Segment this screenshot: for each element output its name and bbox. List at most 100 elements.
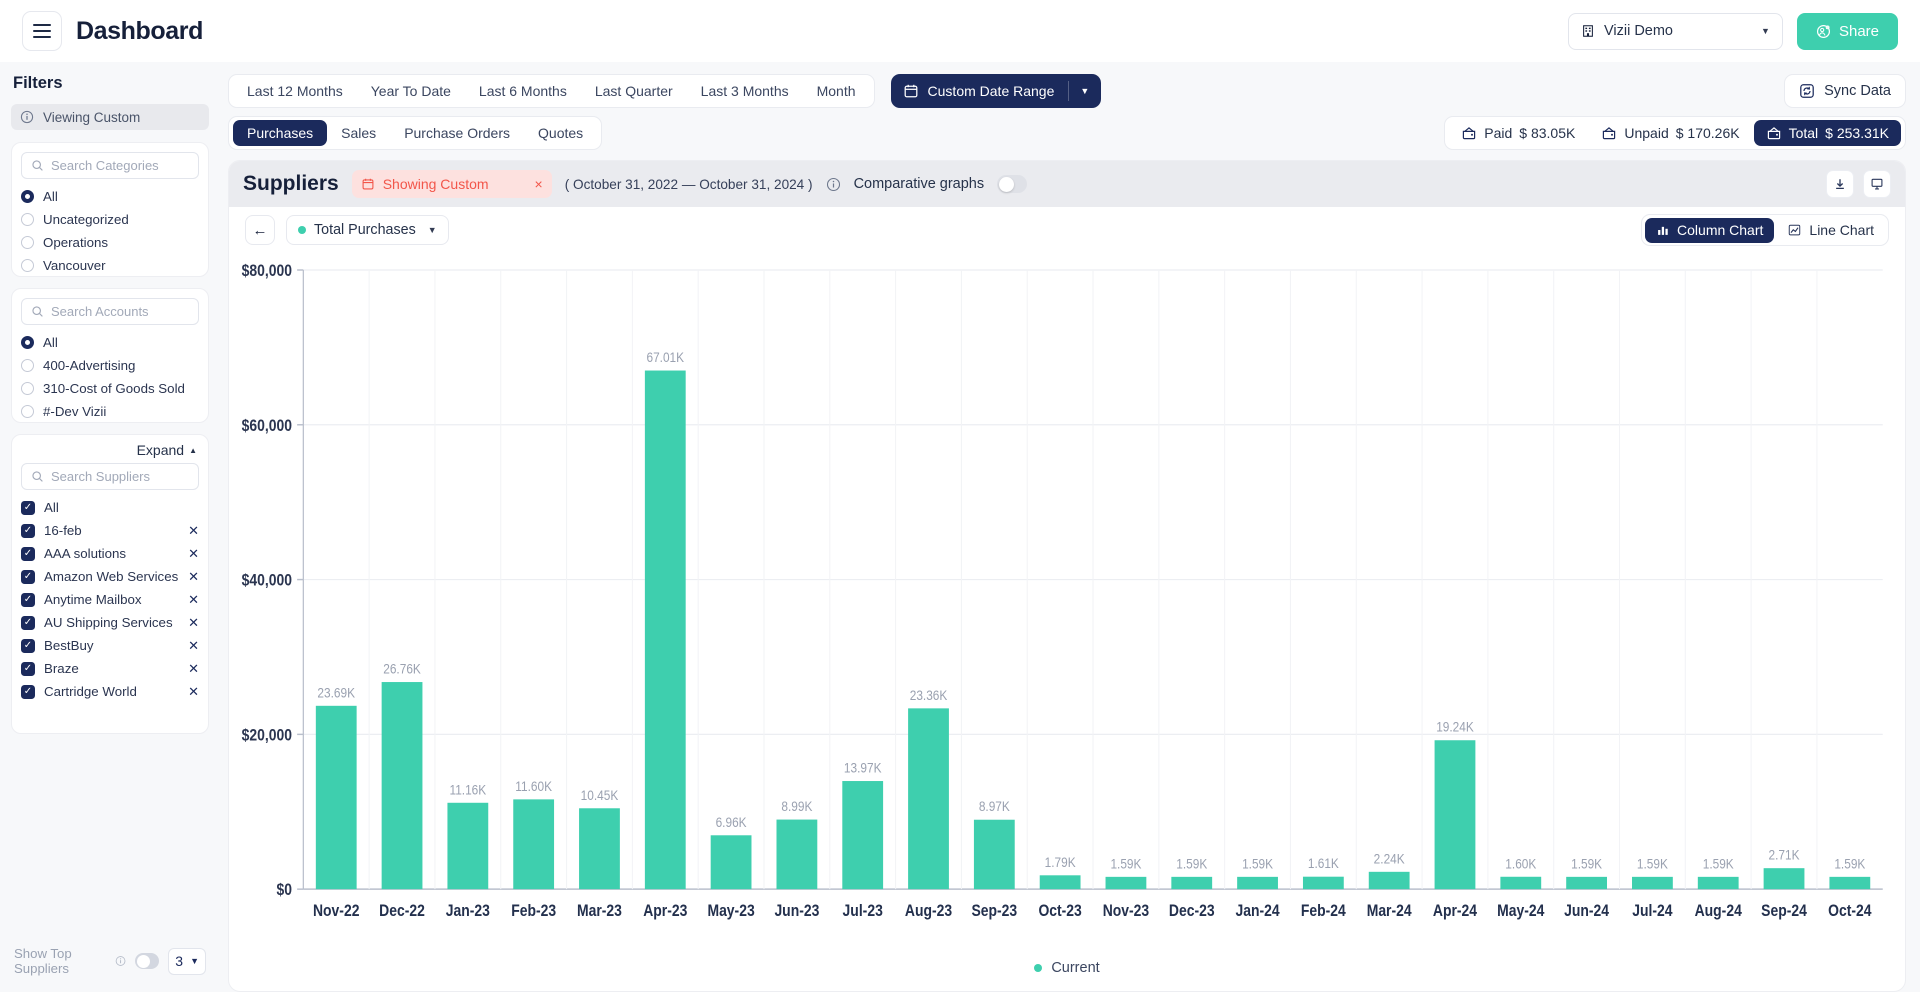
chevron-down-icon: ▼ [190,956,199,966]
bar[interactable] [315,705,357,890]
account-option-all[interactable]: All [21,331,199,354]
stat-unpaid[interactable]: Unpaid $ 170.26K [1589,120,1751,146]
bar[interactable] [644,370,686,890]
info-icon [115,956,126,966]
period-year-to-date[interactable]: Year To Date [357,78,465,104]
bar[interactable] [1632,876,1673,890]
expand-label: Expand [136,442,185,458]
viewing-custom-banner: Viewing Custom [11,104,209,130]
supplier-option-braze[interactable]: ✓ Braze ✕ [21,657,199,680]
stat-total-amount: $ 253.31K [1825,125,1889,141]
period-toolbar: Last 12 Months Year To Date Last 6 Month… [220,72,1906,110]
bar[interactable] [1368,871,1410,890]
remove-supplier-icon[interactable]: ✕ [188,615,199,631]
remove-supplier-icon[interactable]: ✕ [188,569,199,585]
bar[interactable] [1302,876,1344,890]
tab-purchase-orders[interactable]: Purchase Orders [390,120,524,146]
bar[interactable] [973,819,1015,890]
account-option-cogs[interactable]: 310-Cost of Goods Sold [21,377,199,400]
category-option-uncategorized[interactable]: Uncategorized [21,208,199,231]
comparative-graphs-toggle[interactable] [997,175,1028,193]
top-suppliers-count-select[interactable]: 3 ▼ [168,947,206,975]
supplier-option-bestbuy[interactable]: ✓ BestBuy ✕ [21,634,199,657]
supplier-option-16-feb[interactable]: ✓ 16-feb ✕ [21,519,199,542]
search-categories-input[interactable]: Search Categories [21,152,199,179]
back-button[interactable]: ← [245,215,275,245]
stat-paid[interactable]: Paid $ 83.05K [1449,120,1587,146]
tab-sales[interactable]: Sales [327,120,390,146]
metric-label: Total Purchases [314,222,416,238]
org-selector[interactable]: Vizii Demo ▼ [1567,12,1783,50]
account-option-advertising[interactable]: 400-Advertising [21,354,199,377]
bar[interactable] [1039,875,1081,890]
remove-supplier-icon[interactable]: ✕ [188,546,199,562]
bar[interactable] [1171,876,1213,890]
checkbox-icon: ✓ [21,569,35,584]
supplier-option-aaa-solutions[interactable]: ✓ AAA solutions ✕ [21,542,199,565]
bar[interactable] [1566,876,1608,890]
hamburger-icon[interactable] [22,11,62,51]
x-axis-label: Jul-23 [843,902,883,920]
search-accounts-input[interactable]: Search Accounts [21,298,199,325]
bar[interactable] [447,802,489,890]
bar[interactable] [1697,876,1739,890]
period-last-6-months[interactable]: Last 6 Months [465,78,581,104]
bar[interactable] [1237,876,1278,890]
period-month[interactable]: Month [803,78,870,104]
presentation-button[interactable] [1863,170,1891,198]
bar[interactable] [710,835,752,890]
x-axis-label: Mar-23 [577,902,622,920]
bar[interactable] [579,808,620,890]
clear-custom-range-icon[interactable]: × [535,176,543,192]
search-suppliers-input[interactable]: Search Suppliers [21,463,199,490]
period-last-3-months[interactable]: Last 3 Months [687,78,803,104]
period-last-12-months[interactable]: Last 12 Months [233,78,357,104]
share-button[interactable]: Share [1796,12,1898,50]
bar[interactable] [1763,868,1805,890]
custom-date-range-button[interactable]: Custom Date Range ▼ [890,74,1102,108]
chart-type-line[interactable]: Line Chart [1776,218,1885,243]
bar[interactable] [513,799,555,890]
supplier-option-all[interactable]: ✓ All [21,496,199,519]
bar[interactable] [1500,876,1542,890]
purchases-bar-chart[interactable]: $0 $20,000 $40,000 $60,000 $80,000 23.69K Nov-… [229,253,1891,945]
supplier-option-au-shipping-services[interactable]: ✓ AU Shipping Services ✕ [21,611,199,634]
period-last-quarter[interactable]: Last Quarter [581,78,687,104]
main-content: Last 12 Months Year To Date Last 6 Month… [220,62,1920,992]
category-option-operations[interactable]: Operations [21,231,199,254]
remove-supplier-icon[interactable]: ✕ [188,661,199,677]
checkbox-icon: ✓ [21,546,35,561]
bar[interactable] [776,819,818,890]
x-axis-label: Dec-22 [379,902,425,920]
remove-supplier-icon[interactable]: ✕ [188,523,199,539]
chart-type-column[interactable]: Column Chart [1645,217,1775,243]
sync-data-button[interactable]: Sync Data [1784,74,1906,108]
supplier-option-anytime-mailbox[interactable]: ✓ Anytime Mailbox ✕ [21,588,199,611]
tab-purchases[interactable]: Purchases [233,120,328,146]
supplier-label: Anytime Mailbox [44,592,142,607]
bar[interactable] [1105,876,1147,890]
account-option-dev-vizii[interactable]: #-Dev Vizii [21,400,199,422]
checkbox-icon: ✓ [21,638,35,653]
remove-supplier-icon[interactable]: ✕ [188,684,199,700]
metric-selector[interactable]: Total Purchases ▼ [286,215,449,245]
supplier-option-cartridge-world[interactable]: ✓ Cartridge World ✕ [21,680,199,703]
category-option-all[interactable]: All [21,185,199,208]
show-top-suppliers-toggle[interactable] [135,953,160,969]
bar[interactable] [1829,876,1871,890]
bar[interactable] [1434,740,1476,890]
remove-supplier-icon[interactable]: ✕ [188,638,199,654]
download-button[interactable] [1826,170,1854,198]
tab-quotes[interactable]: Quotes [524,120,597,146]
bar[interactable] [908,708,949,890]
bar-value-label: 2.24K [1374,850,1405,866]
supplier-option-amazon-web-services[interactable]: ✓ Amazon Web Services ✕ [21,565,199,588]
category-option-vancouver[interactable]: Vancouver [21,254,199,276]
wallet-icon [1767,127,1780,140]
bar[interactable] [842,781,884,890]
stat-total[interactable]: Total $ 253.31K [1753,120,1901,146]
org-name: Vizii Demo [1603,23,1673,39]
expand-suppliers-button[interactable]: Expand ▲ [21,439,199,463]
bar[interactable] [381,682,423,890]
remove-supplier-icon[interactable]: ✕ [188,592,199,608]
